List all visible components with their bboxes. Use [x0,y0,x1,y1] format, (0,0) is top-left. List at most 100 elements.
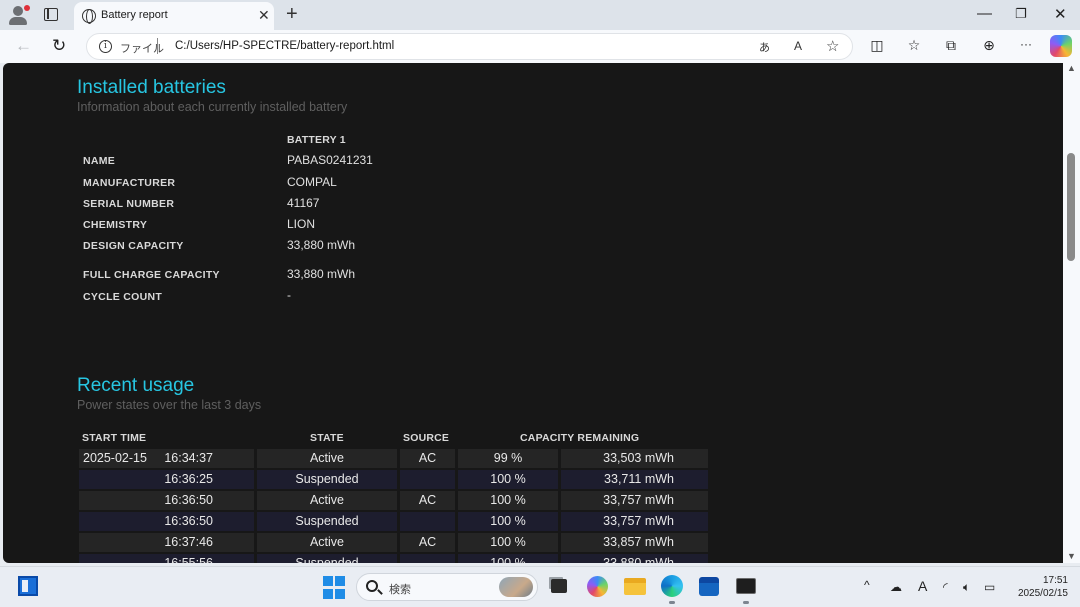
usage-state: Suspended [257,554,397,563]
usage-source: AC [400,491,455,510]
system-clock[interactable]: 17:51 2025/02/15 [1008,574,1068,600]
usage-mwh: 33,857 mWh [561,533,708,552]
usage-time: 16:34:37 [164,451,213,465]
address-bar[interactable]: i ファイル C:/Users/HP-SPECTRE/battery-repor… [86,33,853,60]
usage-state: Suspended [257,512,397,531]
widgets-icon[interactable] [18,576,38,596]
usage-state: Active [257,533,397,552]
start-time-header: START TIME [82,432,147,444]
close-window-button[interactable]: ✕ [1054,5,1067,23]
battery-value: 33,880 mWh [287,238,356,252]
back-button[interactable]: ← [15,36,32,56]
battery-value: 41167 [287,196,320,210]
more-menu-icon[interactable]: ··· [1016,37,1036,57]
scrollbar-thumb[interactable] [1067,153,1075,261]
usage-row: 16:55:56 Suspended 100 % 33,880 mWh [79,554,708,563]
usage-source: AC [400,533,455,552]
usage-source: AC [400,449,455,468]
edge-browser-icon[interactable] [661,575,683,597]
recent-usage-subtitle: Power states over the last 3 days [77,398,262,412]
read-aloud-icon[interactable]: A [794,39,802,53]
tab-actions-icon[interactable] [44,8,58,21]
usage-row: 16:37:46 Active AC 100 % 33,857 mWh [79,533,708,552]
read-mode-icon[interactable]: あ [759,39,770,55]
search-icon [366,580,378,592]
usage-source [400,512,455,531]
usage-percent: 100 % [458,533,558,552]
clock-time: 17:51 [1042,575,1068,586]
battery-icon[interactable]: ▭ [984,580,995,594]
copilot-icon[interactable] [1050,35,1072,57]
favorites-icon[interactable]: ☆ [904,37,924,57]
usage-state: Active [257,491,397,510]
wifi-icon[interactable]: ◜ [943,580,948,594]
minimize-button[interactable]: — [977,5,992,22]
taskbar: 検索 ^ ☁ A ◜ 🔈︎ ▭ 17:51 2025/02/15 [0,566,1080,607]
taskbar-search-box[interactable]: 検索 [356,573,538,601]
ime-indicator[interactable]: A [918,578,927,594]
usage-mwh: 33,711 mWh [561,470,708,489]
usage-row: 2025-02-15 16:34:37 Active AC 99 % 33,50… [79,449,708,468]
show-hidden-icons-chevron-icon[interactable]: ^ [864,578,870,592]
usage-mwh: 33,503 mWh [561,449,708,468]
url-text[interactable]: C:/Users/HP-SPECTRE/battery-report.html [175,40,394,52]
onedrive-cloud-icon[interactable]: ☁ [890,580,902,594]
microsoft-store-icon[interactable] [699,577,719,596]
scroll-up-arrow-icon[interactable]: ▲ [1067,63,1076,73]
battery-label: FULL CHARGE CAPACITY [83,269,220,281]
source-header: SOURCE [403,432,450,444]
usage-source [400,554,455,563]
battery-label: NAME [83,155,116,167]
usage-percent: 100 % [458,512,558,531]
battery-value: 33,880 mWh [287,267,356,281]
page-content: Installed batteries Information about ea… [3,63,1063,563]
search-placeholder: 検索 [389,584,411,596]
profile-avatar-icon[interactable] [8,5,30,25]
battery-value: COMPAL [287,175,337,189]
task-view-icon[interactable] [551,579,567,593]
battery-value: PABAS0241231 [287,153,373,167]
info-icon[interactable]: i [99,40,112,53]
tab-bar: Battery report ✕ + — ❐ ✕ [0,0,1080,30]
tab-battery-report[interactable]: Battery report ✕ [74,2,274,30]
copilot-app-icon[interactable] [587,576,608,597]
terminal-icon[interactable] [736,578,756,594]
start-button-windows-icon[interactable] [323,576,347,600]
file-explorer-icon[interactable] [624,578,646,595]
state-header: STATE [310,432,344,444]
usage-percent: 99 % [458,449,558,468]
usage-source [400,470,455,489]
usage-row: 16:36:25 Suspended 100 % 33,711 mWh [79,470,708,489]
battery-label: SERIAL NUMBER [83,198,175,210]
usage-time: 16:37:46 [164,535,213,549]
new-tab-button[interactable]: + [286,3,298,26]
usage-row: 16:36:50 Suspended 100 % 33,757 mWh [79,512,708,531]
usage-mwh: 33,757 mWh [561,512,708,531]
scroll-down-arrow-icon[interactable]: ▼ [1067,551,1076,561]
usage-time: 16:55:56 [164,556,213,563]
browser-essentials-icon[interactable]: ⊕ [979,37,999,57]
usage-time: 16:36:25 [164,472,213,486]
usage-row: 16:36:50 Active AC 100 % 33,757 mWh [79,491,708,510]
collections-icon[interactable]: ⧉ [941,37,961,57]
close-tab-icon[interactable]: ✕ [258,7,270,24]
battery-label: CYCLE COUNT [83,291,163,303]
maximize-button[interactable]: ❐ [1015,6,1027,22]
favorite-star-icon[interactable]: ☆ [826,37,839,55]
battery-label: CHEMISTRY [83,219,148,231]
installed-batteries-subtitle: Information about each currently install… [77,100,348,114]
refresh-button[interactable]: ↻ [52,36,66,56]
installed-batteries-heading: Installed batteries [77,77,226,98]
battery-label: MANUFACTURER [83,177,176,189]
clock-date: 2025/02/15 [1017,588,1068,599]
usage-mwh: 33,880 mWh [561,554,708,563]
speaker-muted-icon[interactable]: 🔈︎ [963,580,970,595]
divider [157,38,158,54]
usage-percent: 100 % [458,554,558,563]
recent-usage-heading: Recent usage [77,375,195,396]
split-screen-icon[interactable]: ◫ [867,37,887,57]
battery-value: LION [287,217,316,231]
usage-date: 2025-02-15 [83,451,147,465]
active-app-indicator [743,601,749,604]
vertical-scrollbar[interactable]: ▲ ▼ [1063,63,1080,563]
